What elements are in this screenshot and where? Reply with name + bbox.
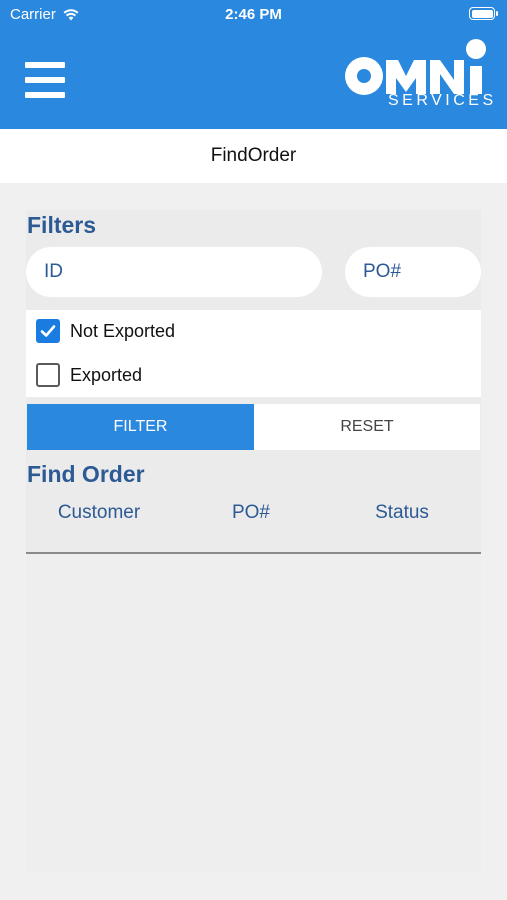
not-exported-label: Not Exported <box>70 320 176 341</box>
logo-services-text: SERVICES <box>388 92 497 109</box>
menu-button[interactable] <box>22 60 68 100</box>
app-header: Carrier 2:46 PM SERVICES <box>0 0 507 129</box>
column-header-po: PO# <box>231 502 271 523</box>
status-bar: Carrier 2:46 PM <box>0 0 507 30</box>
po-input[interactable]: PO# <box>345 247 481 297</box>
omni-logo-mark <box>345 39 486 95</box>
order-results-list[interactable] <box>26 554 481 872</box>
not-exported-option[interactable]: Not Exported <box>36 319 175 343</box>
column-header-status: Status <box>375 502 429 523</box>
checkbox-unchecked[interactable] <box>36 363 60 387</box>
exported-label: Exported <box>70 364 143 385</box>
checkbox-checked[interactable] <box>36 319 60 343</box>
page-title: FindOrder <box>210 145 297 166</box>
menu-line-icon <box>25 77 65 83</box>
filters-heading: Filters <box>27 212 97 238</box>
filter-button[interactable]: FILTER <box>27 404 254 450</box>
id-placeholder: ID <box>44 261 63 282</box>
po-placeholder: PO# <box>363 261 402 282</box>
find-order-heading: Find Order <box>27 461 145 487</box>
column-header-customer: Customer <box>57 502 141 523</box>
navigation-bar: FindOrder <box>0 129 507 183</box>
id-input[interactable]: ID <box>26 247 322 297</box>
status-time: 2:46 PM <box>225 6 282 23</box>
omni-logo: SERVICES <box>340 36 493 116</box>
battery-icon <box>469 7 498 20</box>
menu-line-icon <box>25 62 65 68</box>
export-filter-list: Not Exported Exported <box>26 310 481 397</box>
reset-button[interactable]: RESET <box>254 404 480 450</box>
checkmark-icon <box>40 325 56 337</box>
exported-option[interactable]: Exported <box>36 363 142 387</box>
menu-line-icon <box>25 92 65 98</box>
